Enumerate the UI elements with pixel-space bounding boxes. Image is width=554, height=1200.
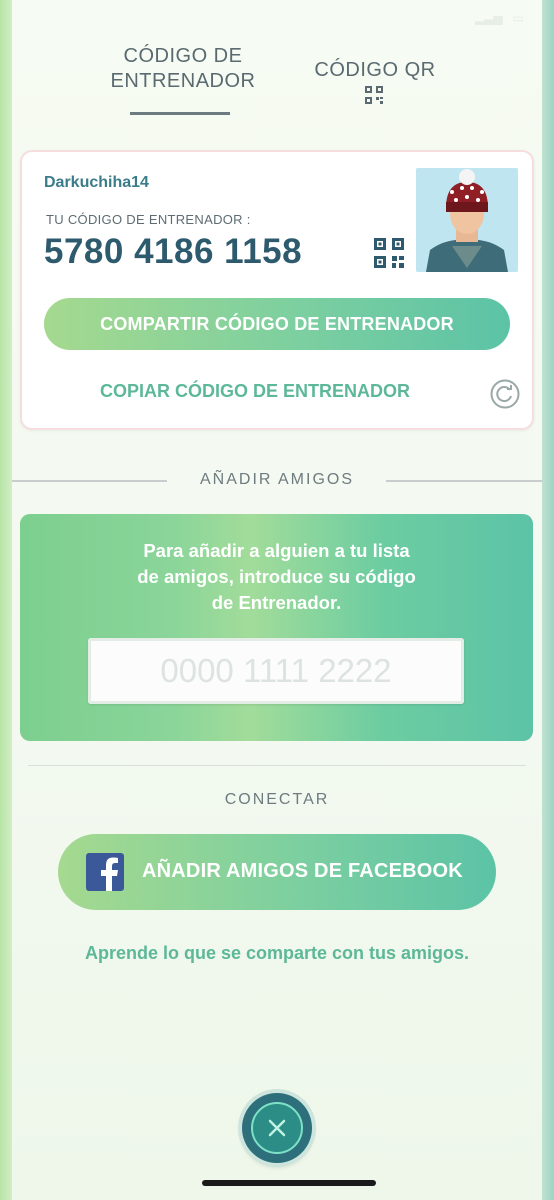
close-button-inner (251, 1102, 303, 1154)
tab-trainer-code-label-1: CÓDIGO DE (123, 45, 243, 67)
signal-icon: ▂▃▅ (474, 11, 503, 25)
instructions-line-2: de amigos, introduce su código (137, 566, 416, 587)
qr-code-icon[interactable] (374, 238, 404, 268)
copy-trainer-code-button[interactable]: COPIAR CÓDIGO DE ENTRENADOR (100, 381, 410, 402)
learn-what-is-shared-link[interactable]: Aprende lo que se comparte con tus amigo… (0, 943, 554, 964)
add-friends-title: AÑADIR AMIGOS (199, 471, 355, 488)
trainer-avatar-image (416, 168, 518, 272)
trainer-username: Darkuchiha14 (44, 174, 149, 191)
friend-code-input[interactable] (88, 638, 464, 704)
facebook-button-label: AÑADIR AMIGOS DE FACEBOOK (142, 860, 463, 882)
qr-code-icon[interactable] (365, 86, 383, 104)
trainer-code-label: TU CÓDIGO DE ENTRENADOR : (46, 212, 251, 227)
battery-icon: ▭ (512, 11, 524, 25)
add-friends-panel: Para añadir a alguien a tu lista de amig… (20, 514, 533, 741)
trainer-code-card: Darkuchiha14 TU CÓDIGO DE ENTRENADOR : 5… (20, 150, 534, 430)
trainer-avatar (416, 168, 518, 272)
home-indicator[interactable] (202, 1180, 376, 1186)
close-icon (268, 1119, 286, 1137)
status-bar: ▂▃▅ ▭ (0, 0, 554, 36)
share-trainer-code-button[interactable]: COMPARTIR CÓDIGO DE ENTRENADOR (44, 298, 510, 350)
tab-qr-code-label: CÓDIGO QR (314, 59, 436, 81)
tab-trainer-code-label-2: ENTRENADOR (110, 70, 256, 92)
close-button[interactable] (242, 1093, 312, 1163)
instructions-line-1: Para añadir a alguien a tu lista (143, 540, 410, 561)
instructions-line-3: de Entrenador. (211, 592, 342, 613)
tab-trainer-code[interactable]: CÓDIGO DE ENTRENADOR (98, 44, 268, 94)
connect-divider (28, 765, 526, 766)
trainer-code-value: 5780 4186 1158 (44, 232, 303, 271)
add-friends-instructions: Para añadir a alguien a tu lista de amig… (20, 538, 533, 616)
tab-qr-code[interactable]: CÓDIGO QR (300, 58, 450, 83)
refresh-icon[interactable] (490, 379, 520, 409)
add-facebook-friends-button[interactable]: AÑADIR AMIGOS DE FACEBOOK (58, 834, 496, 910)
connect-title: CONECTAR (224, 791, 330, 808)
active-tab-indicator (130, 112, 230, 115)
facebook-icon (86, 853, 124, 891)
